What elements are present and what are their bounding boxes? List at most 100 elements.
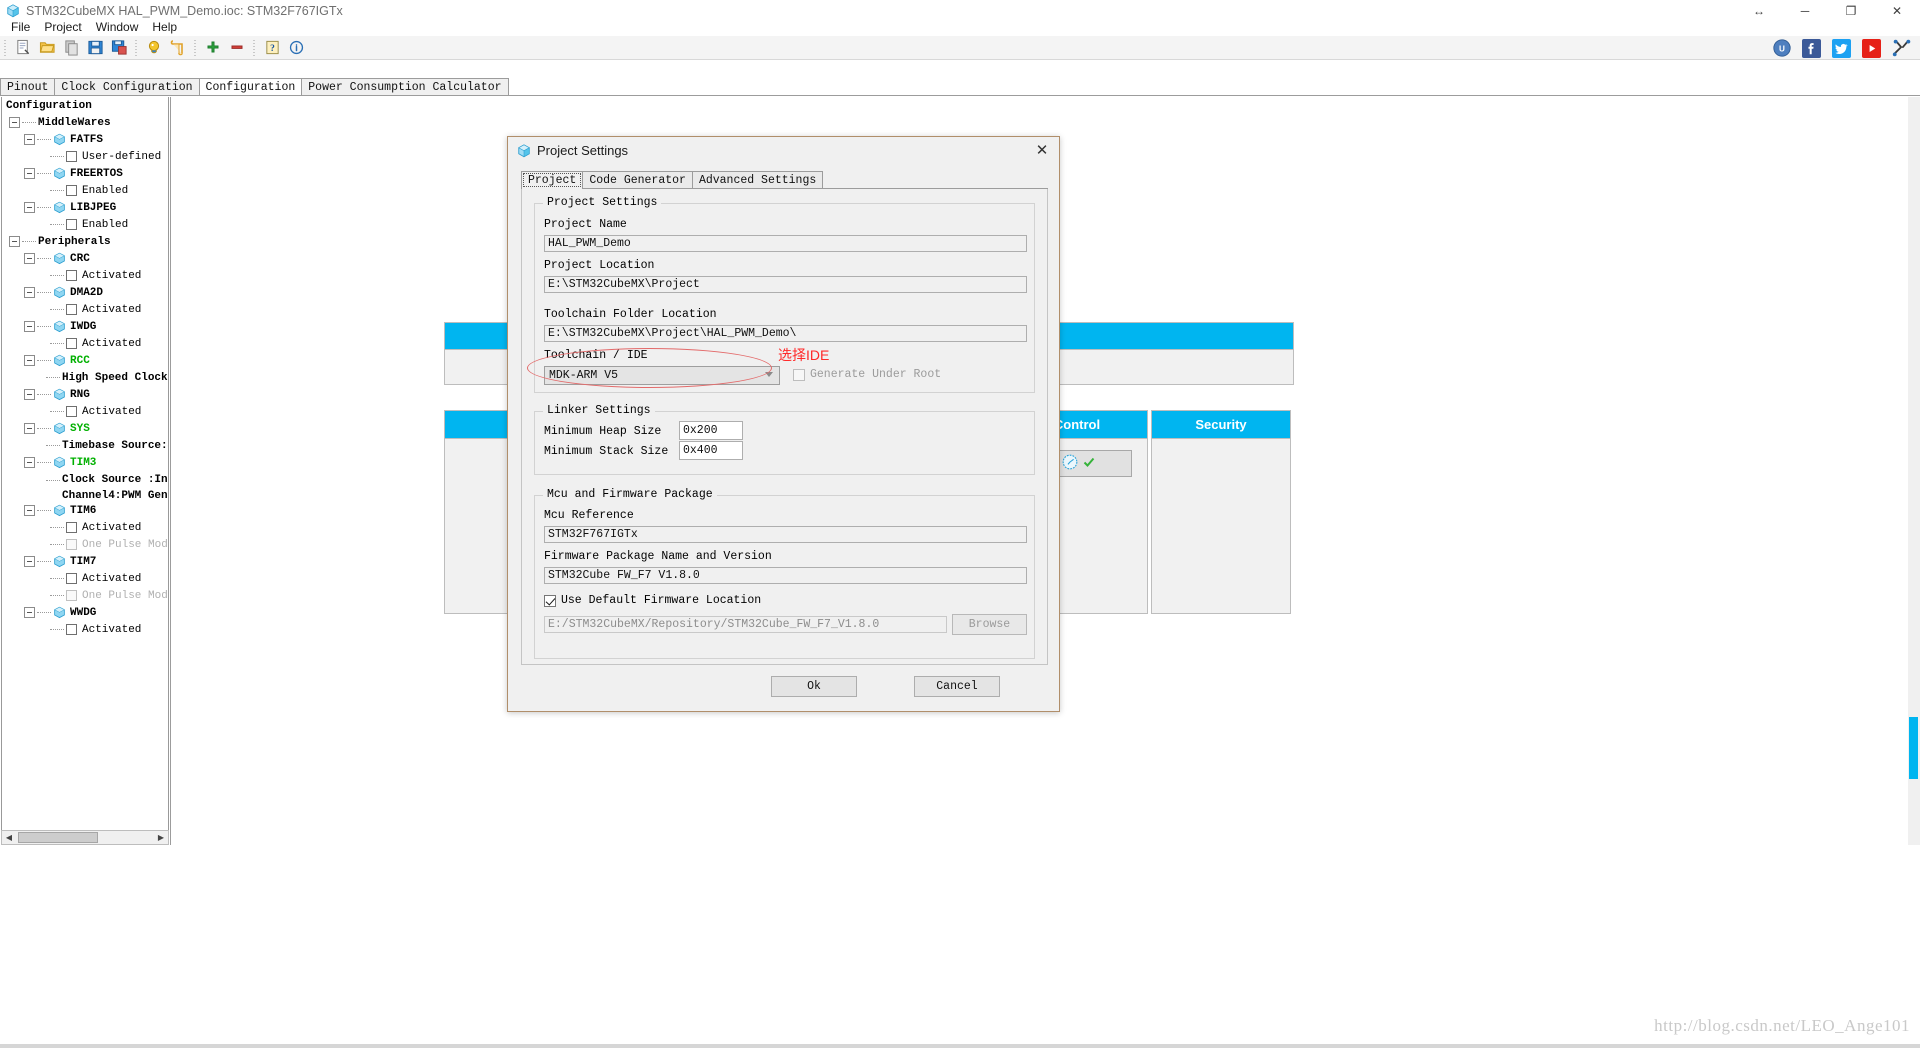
collapse-icon[interactable] [24, 423, 35, 434]
input-firmware-package[interactable]: STM32Cube FW_F7 V1.8.0 [544, 567, 1027, 584]
save-as-icon[interactable] [108, 38, 130, 58]
tree-leaf-tim6-activated[interactable]: Activated [2, 519, 168, 536]
tree-root-configuration[interactable]: Configuration [2, 97, 168, 114]
tree-leaf-wwdg-activated[interactable]: Activated [2, 621, 168, 638]
tree-leaf-rcc-info[interactable]: High Speed Clock (HS [2, 369, 168, 386]
collapse-icon[interactable] [24, 457, 35, 468]
youtube-icon[interactable] [1861, 38, 1882, 59]
tab-power-consumption-calculator[interactable]: Power Consumption Calculator [301, 78, 509, 95]
collapse-icon[interactable] [24, 168, 35, 179]
tree-node-sys[interactable]: SYS [2, 420, 168, 437]
checkbox-activated[interactable] [66, 304, 77, 315]
input-minimum-heap-size[interactable]: 0x200 [679, 421, 743, 440]
checkbox-use-default-firmware-location[interactable]: Use Default Firmware Location [544, 594, 761, 607]
collapse-icon[interactable] [24, 202, 35, 213]
tree-node-iwdg[interactable]: IWDG [2, 318, 168, 335]
tree-node-fatfs[interactable]: FATFS [2, 131, 168, 148]
collapse-icon[interactable] [24, 134, 35, 145]
collapse-icon[interactable] [9, 117, 20, 128]
checkbox-activated[interactable] [66, 522, 77, 533]
tab-configuration[interactable]: Configuration [198, 78, 303, 95]
tree-node-libjpeg[interactable]: LIBJPEG [2, 199, 168, 216]
checkbox-activated[interactable] [66, 338, 77, 349]
checkbox-box[interactable] [544, 594, 556, 607]
tree-node-crc[interactable]: CRC [2, 250, 168, 267]
checkbox-activated[interactable] [66, 573, 77, 584]
collapse-icon[interactable] [9, 236, 20, 247]
tree-group-peripherals[interactable]: Peripherals [2, 233, 168, 250]
menu-file[interactable]: File [4, 19, 37, 35]
collapse-icon[interactable] [24, 355, 35, 366]
tree-leaf-sys-info[interactable]: Timebase Source:SysTi [2, 437, 168, 454]
save-icon[interactable] [84, 38, 106, 58]
tree-leaf-fatfs-user-defined[interactable]: User-defined [2, 148, 168, 165]
collapse-icon[interactable] [24, 321, 35, 332]
collapse-icon[interactable] [24, 287, 35, 298]
scroll-left-arrow-icon[interactable]: ◀ [2, 831, 16, 844]
checkbox-activated[interactable] [66, 270, 77, 281]
tree-node-wwdg[interactable]: WWDG [2, 604, 168, 621]
tree-group-middlewares[interactable]: MiddleWares [2, 114, 168, 131]
open-project-icon[interactable] [36, 38, 58, 58]
checkbox-activated[interactable] [66, 624, 77, 635]
dialog-tab-advanced-settings[interactable]: Advanced Settings [691, 171, 824, 189]
zoom-in-icon[interactable] [202, 38, 224, 58]
facebook-icon[interactable] [1801, 38, 1822, 59]
category-header-security[interactable]: Security [1151, 410, 1291, 439]
collapse-icon[interactable] [24, 253, 35, 264]
cancel-button[interactable]: Cancel [914, 675, 1000, 697]
dialog-tab-code-generator[interactable]: Code Generator [582, 171, 693, 189]
input-mcu-reference[interactable]: STM32F767IGTx [544, 526, 1027, 543]
checkbox-activated[interactable] [66, 406, 77, 417]
ok-button[interactable]: Ok [771, 675, 857, 697]
tree-node-tim6[interactable]: TIM6 [2, 502, 168, 519]
tree-leaf-iwdg-activated[interactable]: Activated [2, 335, 168, 352]
checkbox-enabled[interactable] [66, 185, 77, 196]
collapse-icon[interactable] [24, 556, 35, 567]
checkbox-enabled[interactable] [66, 219, 77, 230]
st-tools-icon[interactable] [1891, 38, 1912, 59]
tree-node-tim7[interactable]: TIM7 [2, 553, 168, 570]
tree-node-freertos[interactable]: FREERTOS [2, 165, 168, 182]
tree-node-rng[interactable]: RNG [2, 386, 168, 403]
copy-icon[interactable] [60, 38, 82, 58]
scrollbar-thumb[interactable] [1909, 717, 1918, 779]
dialog-close-button[interactable]: ✕ [1027, 139, 1057, 161]
input-minimum-stack-size[interactable]: 0x400 [679, 441, 743, 460]
scroll-right-arrow-icon[interactable]: ▶ [154, 831, 168, 844]
generate-code-icon[interactable] [143, 38, 165, 58]
updater-icon[interactable]: U [1771, 38, 1792, 59]
scrollbar-thumb[interactable] [18, 832, 98, 843]
collapse-icon[interactable] [24, 607, 35, 618]
canvas-vertical-scrollbar[interactable] [1908, 97, 1920, 847]
input-project-name[interactable]: HAL_PWM_Demo [544, 235, 1027, 252]
tree-leaf-crc-activated[interactable]: Activated [2, 267, 168, 284]
checkbox-user-defined[interactable] [66, 151, 77, 162]
tree-node-rcc[interactable]: RCC [2, 352, 168, 369]
tab-clock-configuration[interactable]: Clock Configuration [54, 78, 200, 95]
zoom-out-icon[interactable] [226, 38, 248, 58]
tree-leaf-freertos-enabled[interactable]: Enabled [2, 182, 168, 199]
input-toolchain-folder-location[interactable]: E:\STM32CubeMX\Project\HAL_PWM_Demo\ [544, 325, 1027, 342]
menu-window[interactable]: Window [89, 19, 146, 35]
tab-pinout[interactable]: Pinout [0, 78, 56, 95]
tree-leaf-tim7-activated[interactable]: Activated [2, 570, 168, 587]
tree-node-tim3[interactable]: TIM3 [2, 454, 168, 471]
dialog-tab-project[interactable]: Project [521, 171, 584, 189]
generate-report-icon[interactable] [167, 38, 189, 58]
tree-horizontal-scrollbar[interactable]: ◀ ▶ [1, 830, 169, 845]
tree-leaf-libjpeg-enabled[interactable]: Enabled [2, 216, 168, 233]
help-icon[interactable]: ? [261, 38, 283, 58]
menu-help[interactable]: Help [145, 19, 184, 35]
configuration-tree-panel[interactable]: Configuration MiddleWares FATFS User-def… [1, 97, 169, 845]
menu-project[interactable]: Project [37, 19, 88, 35]
twitter-icon[interactable] [1831, 38, 1852, 59]
select-toolchain-ide[interactable]: MDK-ARM V5 [544, 366, 780, 385]
input-project-location[interactable]: E:\STM32CubeMX\Project [544, 276, 1027, 293]
about-icon[interactable] [285, 38, 307, 58]
tree-leaf-dma2d-activated[interactable]: Activated [2, 301, 168, 318]
collapse-icon[interactable] [24, 389, 35, 400]
tree-leaf-tim3-channel4[interactable]: Channel4:PWM Generatic [2, 489, 168, 502]
tree-leaf-tim3-clock-source[interactable]: Clock Source :Interna [2, 471, 168, 489]
tree-node-dma2d[interactable]: DMA2D [2, 284, 168, 301]
